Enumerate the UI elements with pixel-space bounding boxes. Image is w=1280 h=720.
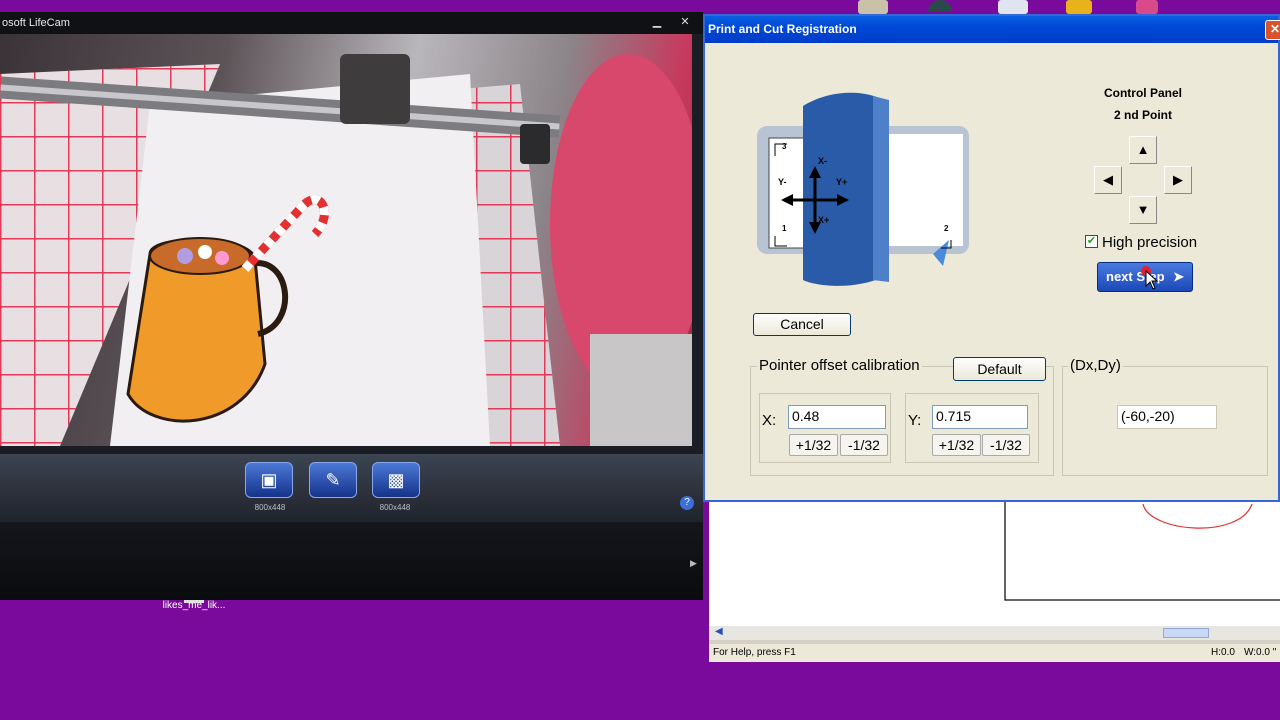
- corner-2-label: 2: [944, 224, 949, 233]
- axis-y-plus-label: Y+: [836, 177, 848, 187]
- desktop-icon[interactable]: [858, 0, 888, 14]
- cancel-button[interactable]: Cancel: [753, 313, 851, 336]
- help-icon[interactable]: ?: [680, 496, 694, 510]
- high-precision-label: High precision: [1102, 234, 1198, 251]
- move-up-button[interactable]: ▲: [1129, 136, 1157, 164]
- y-offset-field[interactable]: 0.715: [932, 405, 1028, 429]
- close-icon[interactable]: ✕: [674, 15, 696, 29]
- status-height: H:0.0: [1211, 647, 1235, 658]
- dialog-title: Print and Cut Registration: [705, 16, 1278, 43]
- desktop-icon[interactable]: [1136, 0, 1158, 14]
- x-minus-button[interactable]: -1/32: [840, 434, 888, 456]
- default-button[interactable]: Default: [953, 357, 1046, 381]
- webcam-video-feed: [0, 34, 692, 446]
- control-panel-title: Control Panel: [1103, 86, 1182, 100]
- x-label: X:: [762, 412, 777, 429]
- desktop-icon[interactable]: [998, 0, 1028, 14]
- high-precision-checkbox[interactable]: ✔: [1085, 235, 1098, 248]
- video-camera-icon[interactable]: ▩: [372, 462, 420, 498]
- chevron-right-icon: ➤: [1173, 269, 1184, 284]
- registration-diagram: [757, 92, 969, 286]
- move-right-button[interactable]: ▶: [1164, 166, 1192, 194]
- axis-x-plus-label: X+: [818, 215, 830, 225]
- design-canvas[interactable]: [709, 500, 1280, 626]
- lifecam-gallery-strip: ▶: [0, 522, 703, 600]
- close-icon[interactable]: ✕: [1265, 20, 1280, 40]
- desktop-icon[interactable]: [1066, 0, 1092, 14]
- mouse-pointer-icon: [1145, 270, 1159, 290]
- scrollbar-thumb[interactable]: [1163, 628, 1209, 638]
- status-width: W:0.0 ": [1244, 647, 1277, 658]
- move-left-button[interactable]: ◀: [1094, 166, 1122, 194]
- minimize-icon[interactable]: ▁: [646, 15, 668, 29]
- design-app-window: ◀ For Help, press F1 H:0.0 W:0.0 ": [709, 500, 1280, 662]
- corner-3-label: 3: [782, 142, 787, 151]
- y-minus-button[interactable]: -1/32: [982, 434, 1030, 456]
- video-frame-illustration: [0, 54, 692, 446]
- camera-icon[interactable]: ▣: [245, 462, 293, 498]
- y-plus-button[interactable]: +1/32: [932, 434, 981, 456]
- photo-resolution: 800x448: [254, 503, 286, 512]
- axis-x-minus-label: X-: [818, 156, 827, 166]
- lifecam-toolbar: ▣ 800x448 ✎ ▩ 800x448 ?: [0, 454, 703, 522]
- x-plus-button[interactable]: +1/32: [789, 434, 838, 456]
- status-help-text: For Help, press F1: [713, 647, 796, 658]
- status-bar: For Help, press F1 H:0.0 W:0.0 ": [709, 644, 1280, 662]
- lifecam-title: osoft LifeCam: [2, 17, 70, 29]
- control-panel-point: 2 nd Point: [1114, 108, 1172, 122]
- axis-y-minus-label: Y-: [778, 177, 787, 187]
- video-resolution: 800x448: [379, 503, 411, 512]
- design-drawing: [1004, 500, 1280, 601]
- dxdy-field: (-60,-20): [1117, 405, 1217, 429]
- arrow-pad-center: [1122, 164, 1164, 196]
- desktop-file-label[interactable]: likes_me_lik...: [148, 600, 240, 611]
- lifecam-title-bar: osoft LifeCam: [0, 12, 703, 34]
- pointer-offset-label: Pointer offset calibration: [757, 357, 922, 374]
- dxdy-label: (Dx,Dy): [1068, 357, 1123, 374]
- lifecam-window: osoft LifeCam ▁ ✕ ▣ 800x448 ✎ ▩ 800x448 …: [0, 12, 703, 600]
- move-down-button[interactable]: ▼: [1129, 196, 1157, 224]
- corner-1-label: 1: [782, 224, 787, 233]
- print-and-cut-dialog: Print and Cut Registration ✕ 3 1 2 X- X+…: [703, 14, 1280, 502]
- desktop-icon[interactable]: [928, 0, 952, 12]
- pen-icon[interactable]: ✎: [309, 462, 357, 498]
- chevron-right-icon[interactable]: ▶: [690, 558, 697, 569]
- scroll-left-icon[interactable]: ◀: [715, 626, 723, 637]
- x-offset-field[interactable]: 0.48: [788, 405, 886, 429]
- y-label: Y:: [908, 412, 922, 429]
